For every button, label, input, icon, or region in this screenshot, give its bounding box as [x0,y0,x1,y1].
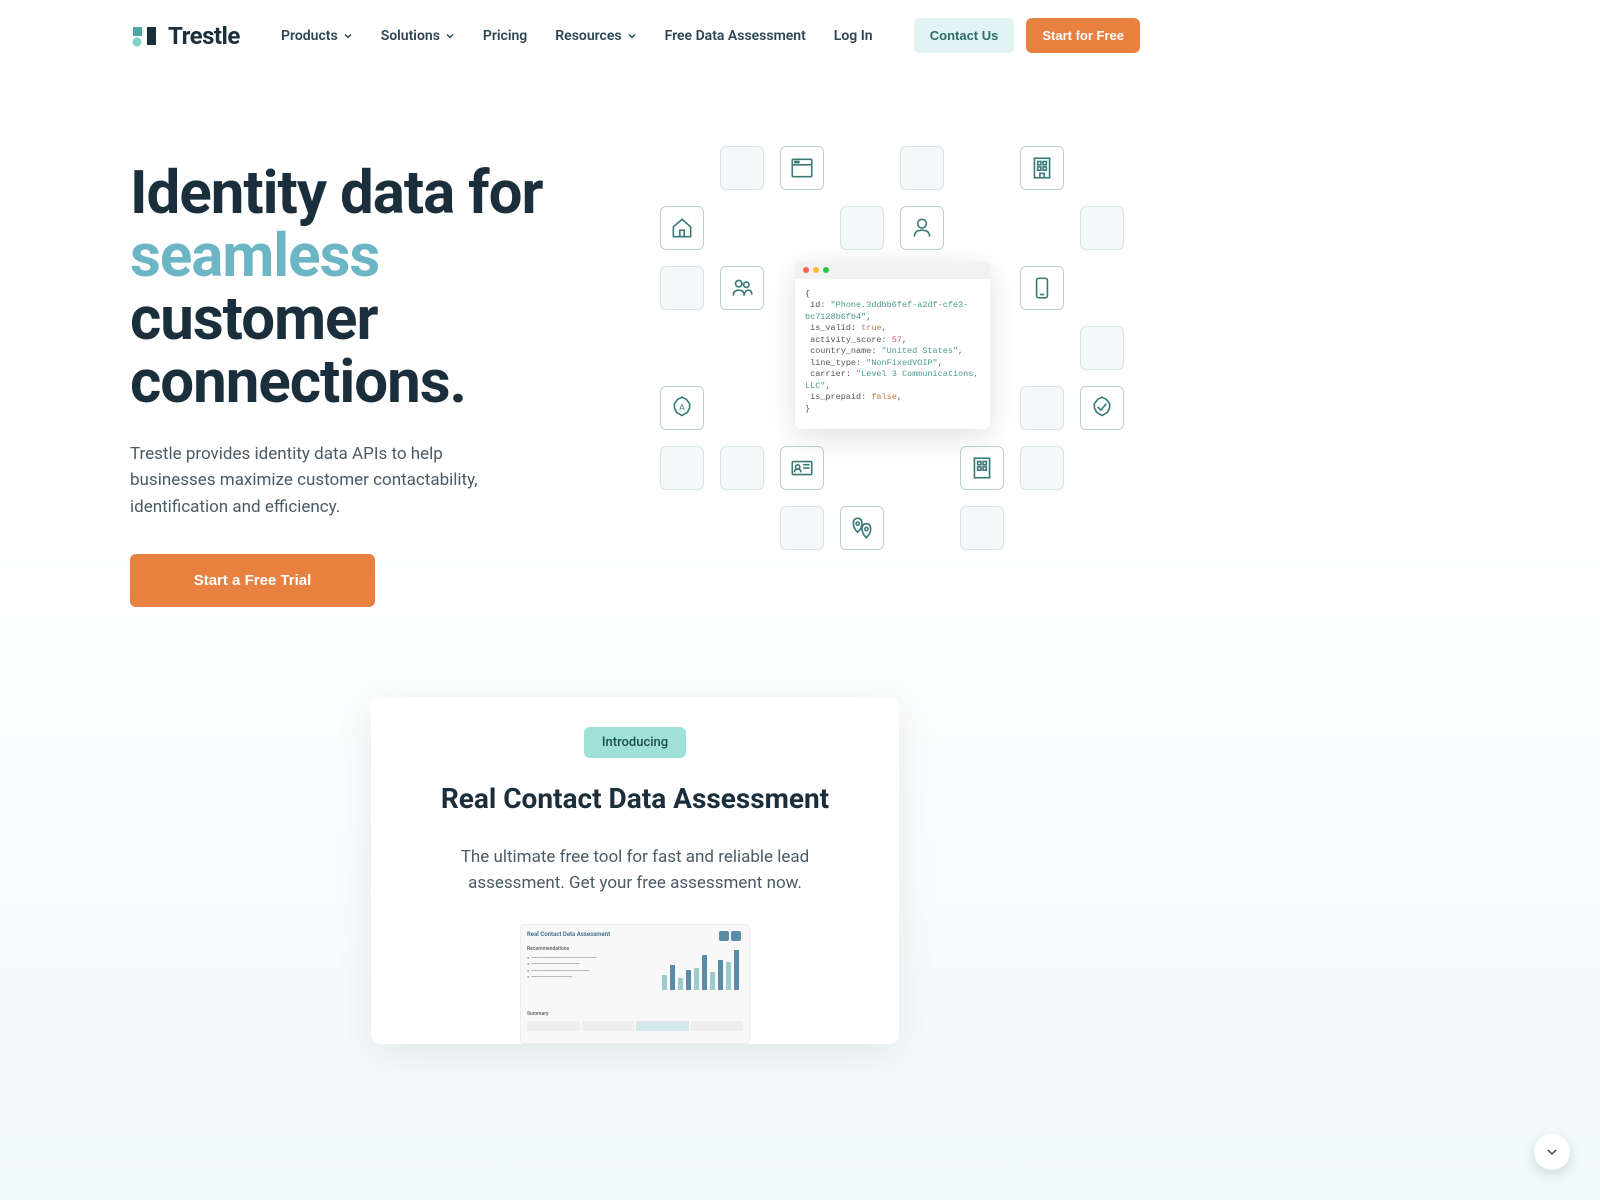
nav-links: Products Solutions Pricing Resources Fre… [281,28,873,44]
users-icon [720,266,764,310]
hero-title: Identity data for seamless customer conn… [130,161,610,413]
report-preview: Real Contact Data Assessment Recommendat… [520,924,750,1044]
grid-empty [1020,386,1064,430]
card-subtitle: The ultimate free tool for fast and reli… [411,845,859,896]
office-icon [960,446,1004,490]
card-title: Real Contact Data Assessment [411,782,859,815]
phone-icon [1020,266,1064,310]
home-icon [660,206,704,250]
location-icon [840,506,884,550]
hero-graphic: A { id: "Phone.3ddbb6fef-a2df-cfe3-bc712… [650,131,1140,571]
window-titlebar [795,261,990,279]
maximize-dot-icon [823,267,829,273]
badge-a-icon: A [660,386,704,430]
hero-subtitle: Trestle provides identity data APIs to h… [130,441,490,520]
user-icon [900,206,944,250]
nav-free-assessment[interactable]: Free Data Assessment [665,28,806,44]
nav-pricing[interactable]: Pricing [483,28,527,44]
logo-text: Trestle [168,22,240,50]
grid-empty [780,506,824,550]
hero-content: Identity data for seamless customer conn… [130,131,610,607]
intro-card: Introducing Real Contact Data Assessment… [371,697,899,1044]
top-nav: Trestle Products Solutions Pricing Resou… [0,0,1270,71]
check-badge-icon [1080,386,1124,430]
code-window: { id: "Phone.3ddbb6fef-a2df-cfe3-bc7128b… [795,261,990,429]
grid-empty [1020,446,1064,490]
contact-button[interactable]: Contact Us [914,18,1015,53]
grid-empty [1080,326,1124,370]
nav-actions: Contact Us Start for Free [914,18,1140,53]
grid-empty [840,206,884,250]
grid-empty [960,506,1004,550]
nav-products[interactable]: Products [281,28,353,44]
logo-icon [130,24,160,48]
close-dot-icon [803,267,809,273]
grid-empty [720,446,764,490]
chevron-down-icon [445,31,455,41]
chevron-down-icon [343,31,353,41]
minimize-dot-icon [813,267,819,273]
grid-empty [720,146,764,190]
intro-badge: Introducing [584,727,686,758]
grid-empty [660,446,704,490]
logo[interactable]: Trestle [130,22,240,50]
grid-empty [660,266,704,310]
window-icon [780,146,824,190]
start-trial-button[interactable]: Start a Free Trial [130,554,375,607]
nav-solutions[interactable]: Solutions [381,28,455,44]
id-card-icon [780,446,824,490]
nav-login[interactable]: Log In [834,28,873,44]
chevron-down-icon [1545,1145,1559,1159]
building-icon [1020,146,1064,190]
preview-chart [662,950,739,990]
scroll-down-button[interactable] [1534,1134,1570,1170]
grid-empty [1080,206,1124,250]
svg-text:A: A [679,403,685,413]
nav-resources[interactable]: Resources [555,28,636,44]
hero: Identity data for seamless customer conn… [0,71,1270,607]
code-body: { id: "Phone.3ddbb6fef-a2df-cfe3-bc7128b… [795,279,990,429]
chevron-down-icon [627,31,637,41]
start-free-button[interactable]: Start for Free [1026,18,1140,53]
grid-empty [900,146,944,190]
